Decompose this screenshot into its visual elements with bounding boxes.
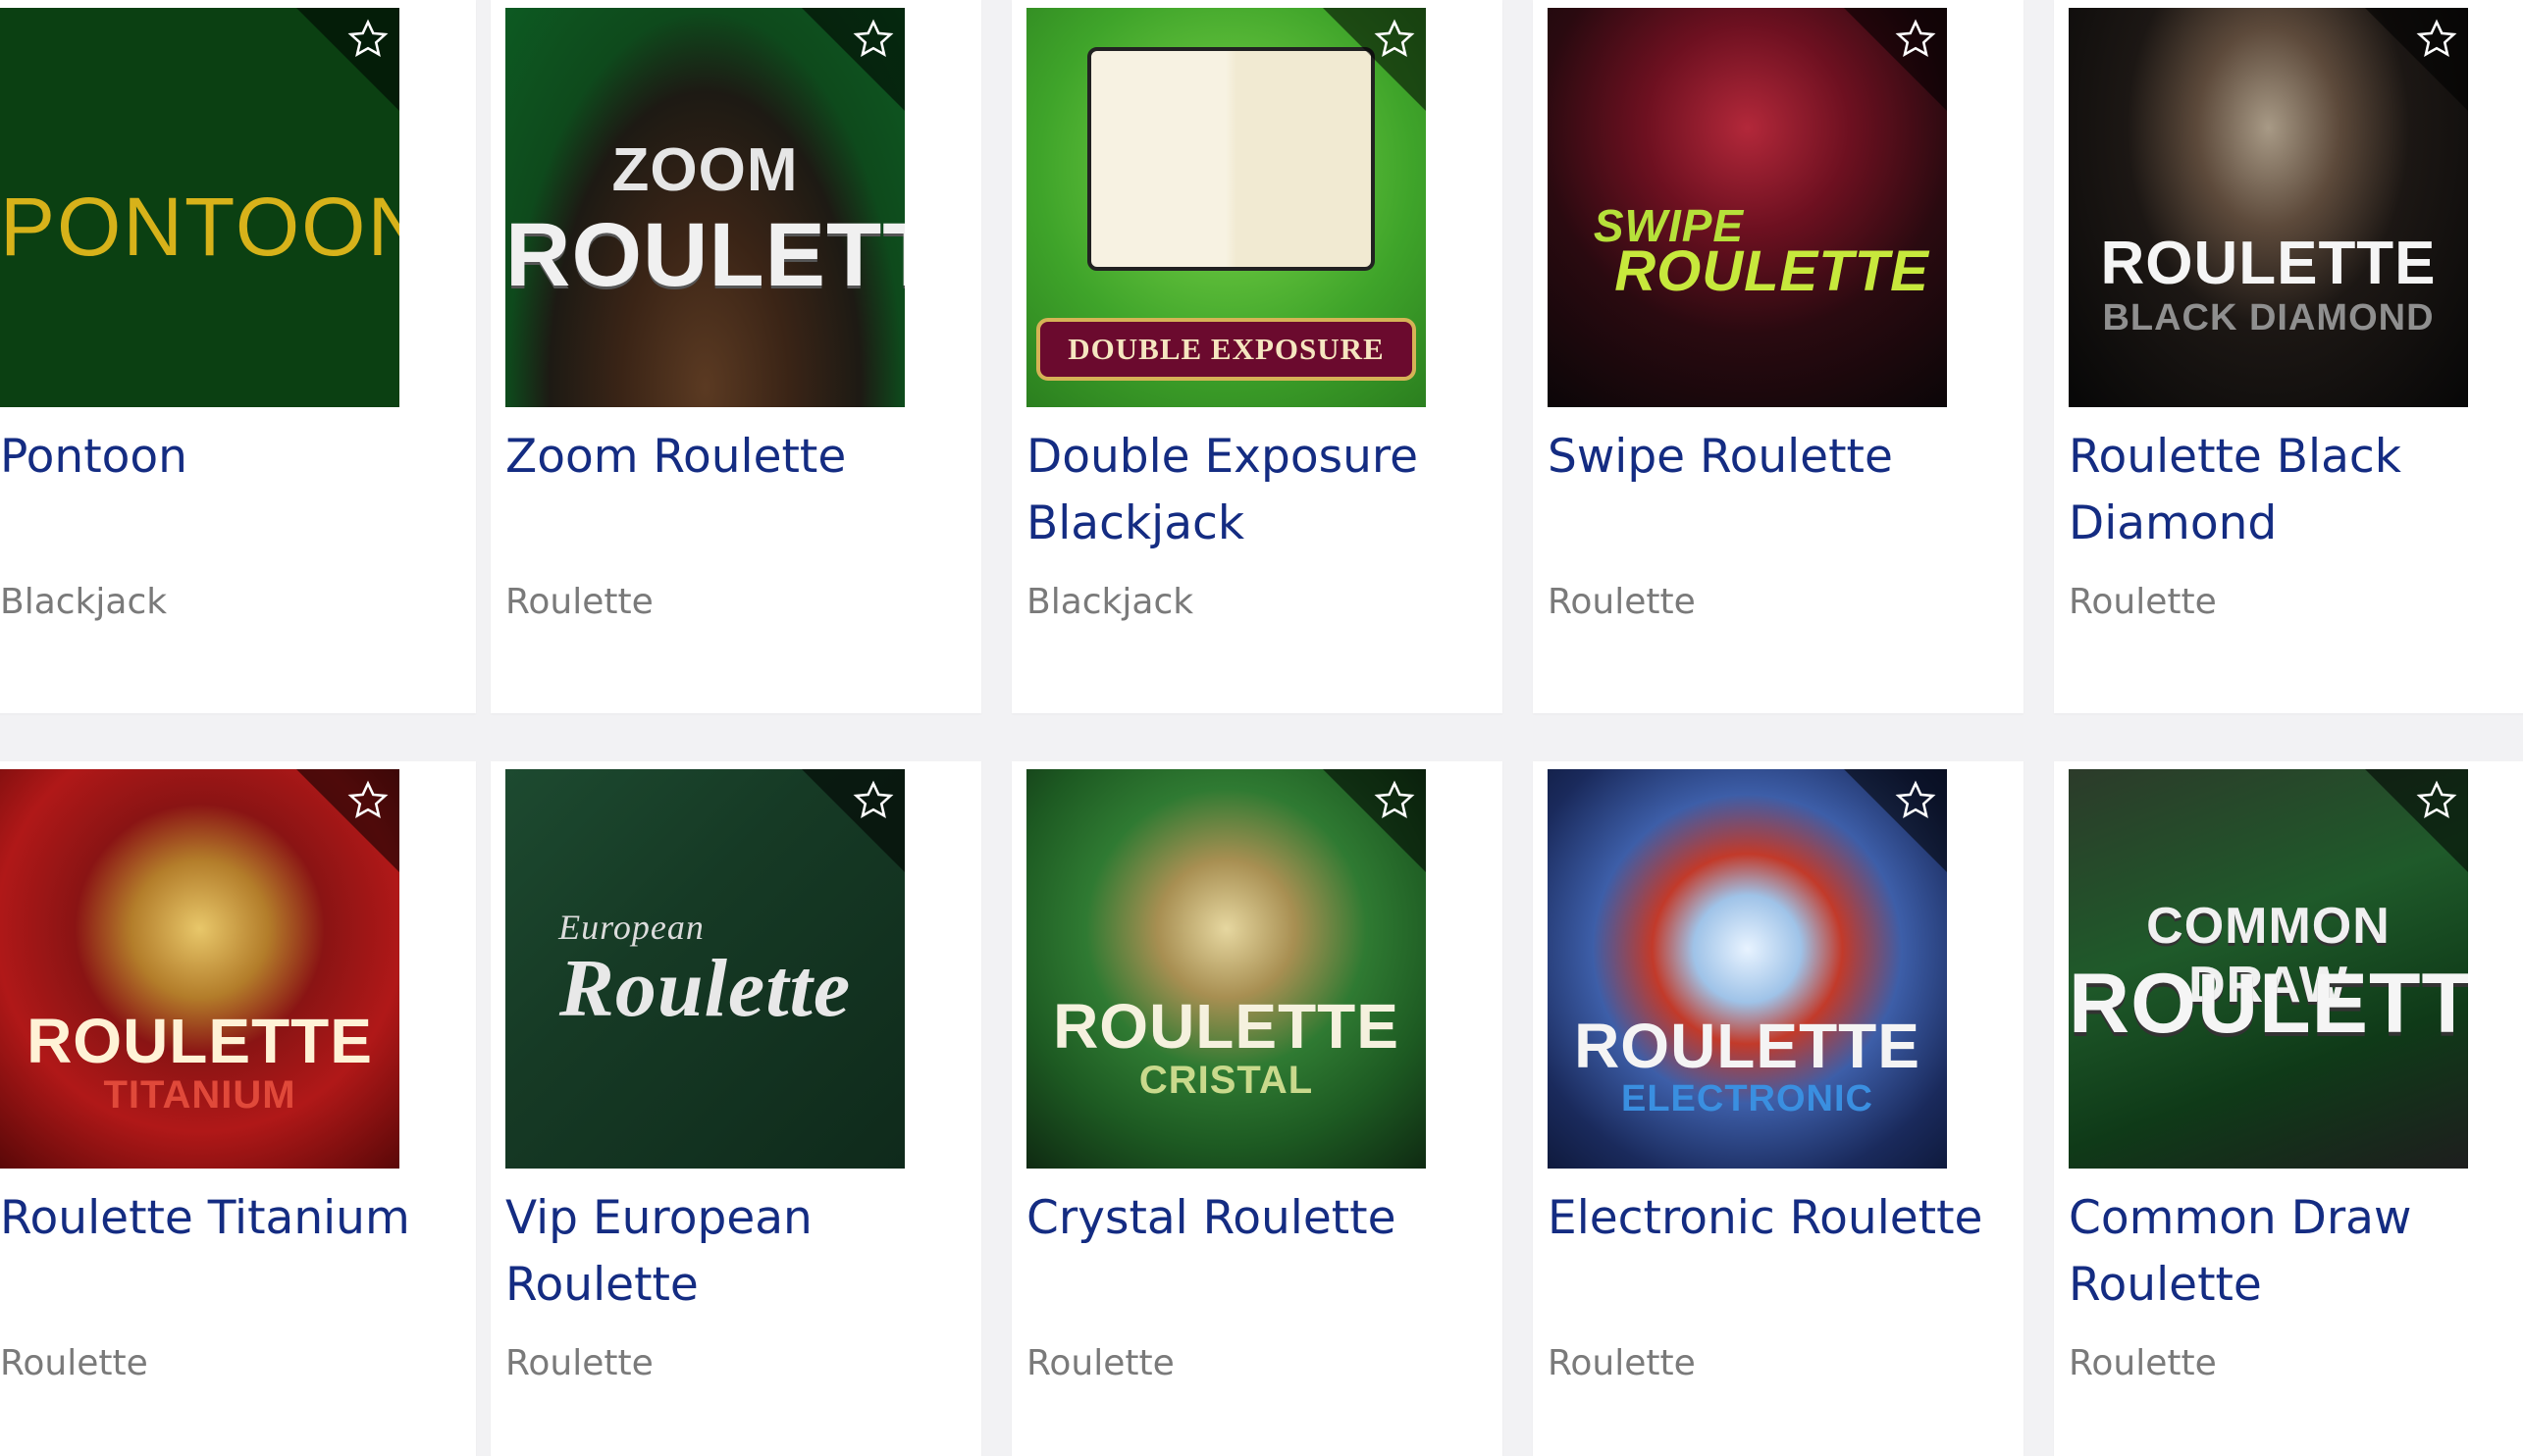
game-art-text: TITANIUM bbox=[103, 1073, 296, 1117]
games-grid: PONTOON Pontoon Blackjack ZOOM ROULETTE … bbox=[0, 0, 2523, 1456]
game-title[interactable]: Zoom Roulette bbox=[505, 424, 957, 491]
game-art-text: BLACK DIAMOND bbox=[2102, 297, 2435, 338]
game-title[interactable]: Double Exposure Blackjack bbox=[1026, 424, 1478, 557]
game-art-text: ROULETTE bbox=[1053, 991, 1399, 1062]
game-title[interactable]: Vip European Roulette bbox=[505, 1185, 957, 1319]
game-category: Blackjack bbox=[0, 582, 168, 622]
game-thumbnail-double-exposure-blackjack[interactable]: DOUBLE EXPOSURE bbox=[1026, 8, 1426, 407]
game-card[interactable]: ROULETTE ELECTRONIC Electronic Roulette … bbox=[1533, 761, 2024, 1456]
game-title[interactable]: Common Draw Roulette bbox=[2069, 1185, 2520, 1319]
game-card[interactable]: ZOOM ROULETTE Zoom Roulette Roulette bbox=[491, 0, 981, 713]
game-category: Roulette bbox=[1026, 1343, 1175, 1383]
game-title[interactable]: Swipe Roulette bbox=[1548, 424, 1999, 491]
star-outline-icon[interactable] bbox=[2415, 779, 2458, 822]
star-outline-icon[interactable] bbox=[1894, 779, 1937, 822]
star-outline-icon[interactable] bbox=[346, 779, 390, 822]
game-card[interactable]: European Roulette Vip European Roulette … bbox=[491, 761, 981, 1456]
game-category: Roulette bbox=[2069, 1343, 2217, 1383]
star-outline-icon[interactable] bbox=[2415, 18, 2458, 61]
game-thumbnail-crystal-roulette[interactable]: ROULETTE CRISTAL bbox=[1026, 769, 1426, 1169]
star-outline-icon[interactable] bbox=[1373, 18, 1416, 61]
game-category: Roulette bbox=[2069, 582, 2217, 622]
game-art-text: Roulette bbox=[558, 943, 852, 1034]
game-thumbnail-electronic-roulette[interactable]: ROULETTE ELECTRONIC bbox=[1548, 769, 1947, 1169]
game-category: Roulette bbox=[1548, 582, 1696, 622]
game-thumbnail-swipe-roulette[interactable]: SWIPE ROULETTE bbox=[1548, 8, 1947, 407]
game-category: Roulette bbox=[1548, 1343, 1696, 1383]
star-outline-icon[interactable] bbox=[1894, 18, 1937, 61]
game-card[interactable]: ROULETTE BLACK DIAMOND Roulette Black Di… bbox=[2054, 0, 2523, 713]
game-title[interactable]: Roulette Black Diamond bbox=[2069, 424, 2520, 557]
game-card[interactable]: DOUBLE EXPOSURE Double Exposure Blackjac… bbox=[1012, 0, 1502, 713]
game-category: Roulette bbox=[505, 582, 654, 622]
game-category: Roulette bbox=[0, 1343, 148, 1383]
game-title[interactable]: Electronic Roulette bbox=[1548, 1185, 1999, 1252]
game-thumbnail-roulette-titanium[interactable]: ROULETTE TITANIUM bbox=[0, 769, 399, 1169]
game-title[interactable]: Pontoon bbox=[0, 424, 451, 491]
game-thumbnail-roulette-black-diamond[interactable]: ROULETTE BLACK DIAMOND bbox=[2069, 8, 2468, 407]
game-card[interactable]: ROULETTE TITANIUM Roulette Titanium Roul… bbox=[0, 761, 476, 1456]
game-card[interactable]: ROULETTE CRISTAL Crystal Roulette Roulet… bbox=[1012, 761, 1502, 1456]
game-art-text: PONTOON bbox=[0, 181, 399, 273]
game-thumbnail-vip-european-roulette[interactable]: European Roulette bbox=[505, 769, 905, 1169]
game-art-text: ROULETTE bbox=[2100, 230, 2437, 297]
game-title[interactable]: Roulette Titanium bbox=[0, 1185, 451, 1252]
game-art-text: ROULETTE bbox=[505, 205, 905, 305]
star-outline-icon[interactable] bbox=[852, 18, 895, 61]
star-outline-icon[interactable] bbox=[346, 18, 390, 61]
game-category: Blackjack bbox=[1026, 582, 1194, 622]
game-title[interactable]: Crystal Roulette bbox=[1026, 1185, 1478, 1252]
game-art-text: ZOOM bbox=[611, 136, 799, 204]
game-card[interactable]: COMMON DRAW ROULETTE Common Draw Roulett… bbox=[2054, 761, 2523, 1456]
game-art-text: ROULETTE bbox=[1574, 1011, 1920, 1081]
game-art-text: CRISTAL bbox=[1138, 1059, 1314, 1102]
game-art-text: DOUBLE EXPOSURE bbox=[1036, 318, 1416, 381]
game-card[interactable]: PONTOON Pontoon Blackjack bbox=[0, 0, 476, 713]
game-art-text: ROULETTE bbox=[26, 1006, 373, 1076]
game-thumbnail-pontoon[interactable]: PONTOON bbox=[0, 8, 399, 407]
game-art-text: ROULETTE bbox=[1614, 239, 1929, 303]
game-thumbnail-zoom-roulette[interactable]: ZOOM ROULETTE bbox=[505, 8, 905, 407]
star-outline-icon[interactable] bbox=[852, 779, 895, 822]
game-art-text: ELECTRONIC bbox=[1621, 1078, 1873, 1119]
game-thumbnail-common-draw-roulette[interactable]: COMMON DRAW ROULETTE bbox=[2069, 769, 2468, 1169]
star-outline-icon[interactable] bbox=[1373, 779, 1416, 822]
game-category: Roulette bbox=[505, 1343, 654, 1383]
game-art-text: ROULETTE bbox=[2069, 957, 2468, 1051]
game-card[interactable]: SWIPE ROULETTE Swipe Roulette Roulette bbox=[1533, 0, 2024, 713]
